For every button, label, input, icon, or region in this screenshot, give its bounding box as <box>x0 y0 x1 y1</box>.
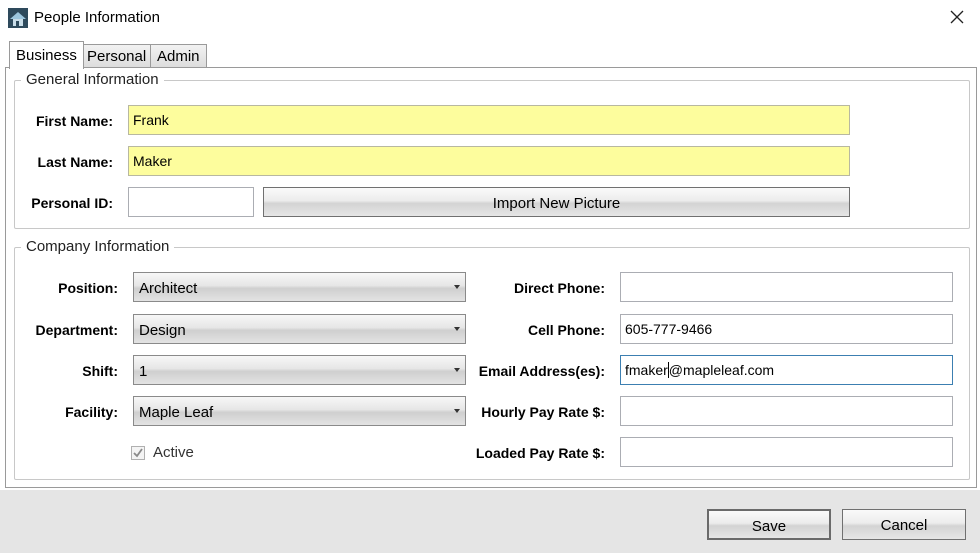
cell-phone-label: Cell Phone: <box>527 322 605 338</box>
personal-id-field[interactable] <box>128 187 254 217</box>
tab-admin[interactable]: Admin <box>150 44 207 68</box>
loaded-pay-rate-label: Loaded Pay Rate $: <box>475 445 605 461</box>
window-title: People Information <box>34 9 160 26</box>
email-field[interactable]: fmaker@mapleleaf.com <box>620 355 953 385</box>
checkmark-icon <box>132 447 144 459</box>
cancel-button[interactable]: Cancel <box>842 509 966 540</box>
department-label: Department: <box>35 322 118 338</box>
footer-bar <box>0 490 980 553</box>
active-label: Active <box>153 444 194 461</box>
position-dropdown[interactable]: Architect <box>133 272 466 302</box>
shift-label: Shift: <box>82 363 118 379</box>
department-value: Design <box>139 322 186 339</box>
close-button[interactable] <box>934 0 980 36</box>
first-name-field[interactable]: Frank <box>128 105 850 135</box>
email-label: Email Address(es): <box>478 363 605 379</box>
facility-value: Maple Leaf <box>139 404 214 421</box>
facility-dropdown[interactable]: Maple Leaf <box>133 396 466 426</box>
hourly-pay-rate-label: Hourly Pay Rate $: <box>481 404 605 420</box>
save-button[interactable]: Save <box>707 509 831 540</box>
tab-personal[interactable]: Personal <box>80 44 154 68</box>
company-information-legend: Company Information <box>21 238 175 255</box>
cell-phone-field[interactable]: 605-777-9466 <box>620 314 953 344</box>
close-icon <box>950 10 964 27</box>
house-icon <box>8 8 28 28</box>
title-bar: People Information <box>0 0 980 36</box>
email-value-part: fmaker <box>625 362 668 378</box>
shift-dropdown[interactable]: 1 <box>133 355 466 385</box>
shift-value: 1 <box>139 363 148 380</box>
general-information-legend: General Information <box>21 71 164 88</box>
loaded-pay-rate-field[interactable] <box>620 437 953 467</box>
facility-label: Facility: <box>65 404 118 420</box>
chevron-down-icon <box>454 327 460 331</box>
import-new-picture-button[interactable]: Import New Picture <box>263 187 850 217</box>
last-name-field[interactable]: Maker <box>128 146 850 176</box>
position-label: Position: <box>58 280 118 296</box>
first-name-label: First Name: <box>35 113 113 129</box>
active-checkbox[interactable] <box>131 446 145 460</box>
direct-phone-field[interactable] <box>620 272 953 302</box>
email-value-part: @mapleleaf.com <box>668 362 775 378</box>
direct-phone-label: Direct Phone: <box>513 280 605 296</box>
personal-id-label: Personal ID: <box>31 195 113 211</box>
tab-business[interactable]: Business <box>9 41 84 69</box>
hourly-pay-rate-field[interactable] <box>620 396 953 426</box>
last-name-label: Last Name: <box>37 154 113 170</box>
position-value: Architect <box>139 280 198 297</box>
department-dropdown[interactable]: Design <box>133 314 466 344</box>
chevron-down-icon <box>454 285 460 289</box>
